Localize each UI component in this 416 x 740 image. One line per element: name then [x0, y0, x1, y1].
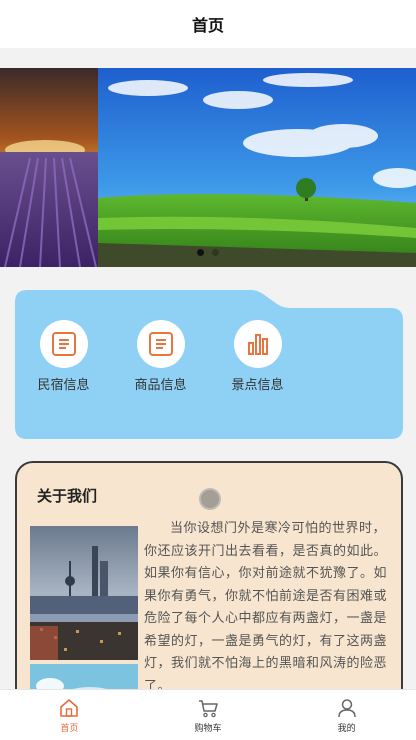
tab-label: 购物车 [194, 723, 222, 734]
tab-label: 首页 [60, 723, 79, 734]
menu-item-homestay[interactable]: 民宿信息 [15, 320, 112, 393]
carousel-dot[interactable] [212, 249, 219, 256]
bar-chart-icon [233, 320, 282, 368]
menu-label: 民宿信息 [37, 378, 90, 393]
tab-label: 我的 [337, 723, 356, 734]
banner-slide-lavender[interactable] [0, 68, 98, 267]
banner-slide-meadow[interactable] [98, 68, 416, 267]
cart-icon [199, 699, 218, 717]
document-icon [39, 320, 88, 368]
menu-item-attractions[interactable]: 景点信息 [209, 320, 306, 393]
about-title: 关于我们 [37, 487, 98, 505]
about-text: 当你设想门外是寒冷可怕的世界时，你还应该开门出去看看，是否真的如此。如果你有信心… [144, 521, 388, 694]
page-title: 首页 [191, 16, 224, 35]
banner-carousel[interactable] [0, 68, 416, 267]
home-icon [60, 698, 79, 717]
header-bar: 首页 [0, 0, 416, 48]
tab-cart[interactable]: 购物车 [139, 690, 278, 740]
carousel-dot[interactable] [197, 249, 204, 256]
city-skyline-photo [30, 526, 138, 660]
tab-home[interactable]: 首页 [0, 690, 139, 740]
tab-mine[interactable]: 我的 [277, 690, 416, 740]
menu-card: 民宿信息 商品信息 景点信息 [15, 290, 403, 439]
floating-scroll-indicator[interactable] [199, 488, 221, 510]
menu-label: 景点信息 [231, 378, 284, 393]
menu-label: 商品信息 [134, 378, 187, 393]
document-icon [136, 320, 185, 368]
carousel-dots [0, 249, 416, 256]
menu-item-goods[interactable]: 商品信息 [112, 320, 209, 393]
bottom-tab-bar: 首页 购物车 我的 [0, 689, 416, 740]
user-icon [337, 698, 356, 717]
